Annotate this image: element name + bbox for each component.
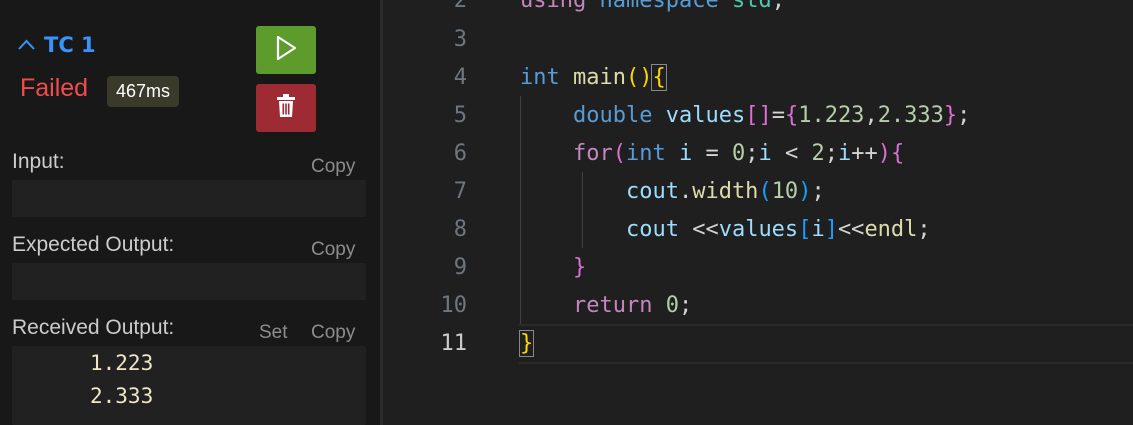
- input-field[interactable]: [12, 180, 366, 217]
- code-token: using: [520, 0, 587, 13]
- copy-expected-button[interactable]: Copy: [311, 239, 355, 261]
- code-token: endl: [864, 217, 918, 242]
- code-token: cout: [625, 179, 679, 204]
- expected-output-field[interactable]: [12, 263, 366, 300]
- code-token: (: [758, 179, 772, 204]
- current-line-highlight: [519, 324, 1133, 364]
- testcase-header[interactable]: TC 1: [18, 33, 96, 57]
- copy-received-button[interactable]: Copy: [311, 322, 355, 344]
- code-token: i: [837, 141, 852, 166]
- testcase-panel: TC 1 Failed 467ms Input: Copy Expected O…: [0, 0, 380, 425]
- code-token: for: [572, 141, 613, 166]
- trash-icon: [276, 94, 296, 122]
- code-line[interactable]: for(int i = 0;i < 2;i++){: [520, 135, 904, 173]
- copy-input-button[interactable]: Copy: [311, 156, 355, 178]
- received-output-field: [12, 346, 366, 425]
- code-line[interactable]: cout <<values[i]<<endl;: [520, 211, 931, 249]
- code-token: ;: [824, 141, 838, 166]
- code-line[interactable]: cout.width(10);: [520, 173, 825, 211]
- code-line[interactable]: using namespace std;: [520, 0, 785, 20]
- code-token: cout: [625, 217, 679, 242]
- code-token: values: [665, 103, 746, 128]
- code-token: [: [798, 217, 812, 242]
- line-number: 4: [453, 65, 467, 90]
- code-token: {: [651, 64, 667, 91]
- code-token: }: [518, 330, 535, 357]
- code-token: {: [890, 141, 905, 166]
- code-token: ): [798, 179, 812, 204]
- line-number: 9: [453, 255, 467, 280]
- set-received-button[interactable]: Set: [259, 322, 288, 344]
- code-token: ;: [917, 217, 931, 242]
- code-token: ;: [771, 0, 785, 13]
- code-token: 0: [731, 141, 746, 166]
- line-number: 8: [453, 217, 467, 242]
- code-token: (: [625, 65, 640, 90]
- code-token: .: [678, 179, 693, 204]
- code-token: std: [731, 0, 772, 13]
- expected-output-label: Expected Output:: [12, 233, 175, 256]
- line-number: 10: [440, 293, 468, 318]
- play-icon: [275, 35, 297, 65]
- run-button[interactable]: [256, 26, 316, 74]
- code-token: }: [943, 103, 958, 128]
- code-token: [: [745, 103, 759, 128]
- code-token: <<: [837, 217, 865, 242]
- line-number: 3: [453, 27, 467, 52]
- code-token: namespace: [599, 0, 719, 13]
- received-output-line: 1.223: [90, 351, 154, 375]
- code-token: main: [573, 65, 626, 90]
- chevron-up-icon[interactable]: [18, 35, 35, 55]
- line-number: 6: [453, 141, 467, 166]
- code-token: double: [572, 103, 653, 128]
- code-token: <: [771, 141, 812, 166]
- line-number-active: 11: [440, 331, 468, 356]
- code-token: ,: [864, 103, 878, 128]
- input-label: Input:: [12, 150, 65, 173]
- code-token: }: [572, 255, 587, 280]
- code-token: ;: [745, 141, 759, 166]
- code-token: i: [678, 141, 693, 166]
- received-output-line: 2.333: [90, 384, 154, 408]
- code-token: i: [758, 141, 772, 166]
- testcase-title: TC 1: [44, 33, 96, 57]
- code-line[interactable]: int main(){: [520, 59, 667, 97]
- code-line[interactable]: return 0;: [520, 287, 692, 325]
- code-token: ]: [758, 103, 772, 128]
- line-number: 2: [453, 0, 467, 13]
- code-token: ;: [678, 293, 693, 318]
- code-token: 2.333: [877, 103, 944, 128]
- code-token: ;: [957, 103, 971, 128]
- code-token: {: [784, 103, 799, 128]
- code-token: ): [639, 65, 653, 90]
- code-token: i: [811, 217, 825, 242]
- code-line[interactable]: }: [518, 325, 535, 363]
- code-token: ++: [851, 141, 878, 166]
- line-number: 7: [453, 179, 467, 204]
- line-number: 5: [453, 103, 467, 128]
- code-token: ): [877, 141, 891, 166]
- code-token: int: [520, 65, 560, 90]
- code-token: 1.223: [798, 103, 865, 128]
- code-token: return: [572, 293, 653, 318]
- code-token: 2: [811, 141, 825, 166]
- delete-button[interactable]: [256, 84, 316, 132]
- code-token: =: [771, 103, 785, 128]
- code-line[interactable]: }: [520, 249, 586, 287]
- code-line[interactable]: double values[]={1.223,2.333};: [520, 97, 970, 135]
- time-badge: 467ms: [107, 76, 180, 107]
- code-token: (: [612, 141, 626, 166]
- code-token: <<: [678, 217, 719, 242]
- code-token: =: [692, 141, 732, 166]
- code-token: int: [625, 141, 666, 166]
- code-token: 0: [665, 293, 679, 318]
- received-output-label: Received Output:: [12, 316, 175, 339]
- status-label: Failed: [20, 74, 89, 102]
- code-token: ;: [811, 179, 825, 204]
- code-token: values: [718, 217, 799, 242]
- code-token: ]: [824, 217, 838, 242]
- code-token: width: [692, 179, 759, 204]
- code-editor[interactable]: 2 3 4 5 6 7 8 9 10 11 using namespace st…: [383, 0, 1133, 425]
- code-token: 10: [771, 179, 799, 204]
